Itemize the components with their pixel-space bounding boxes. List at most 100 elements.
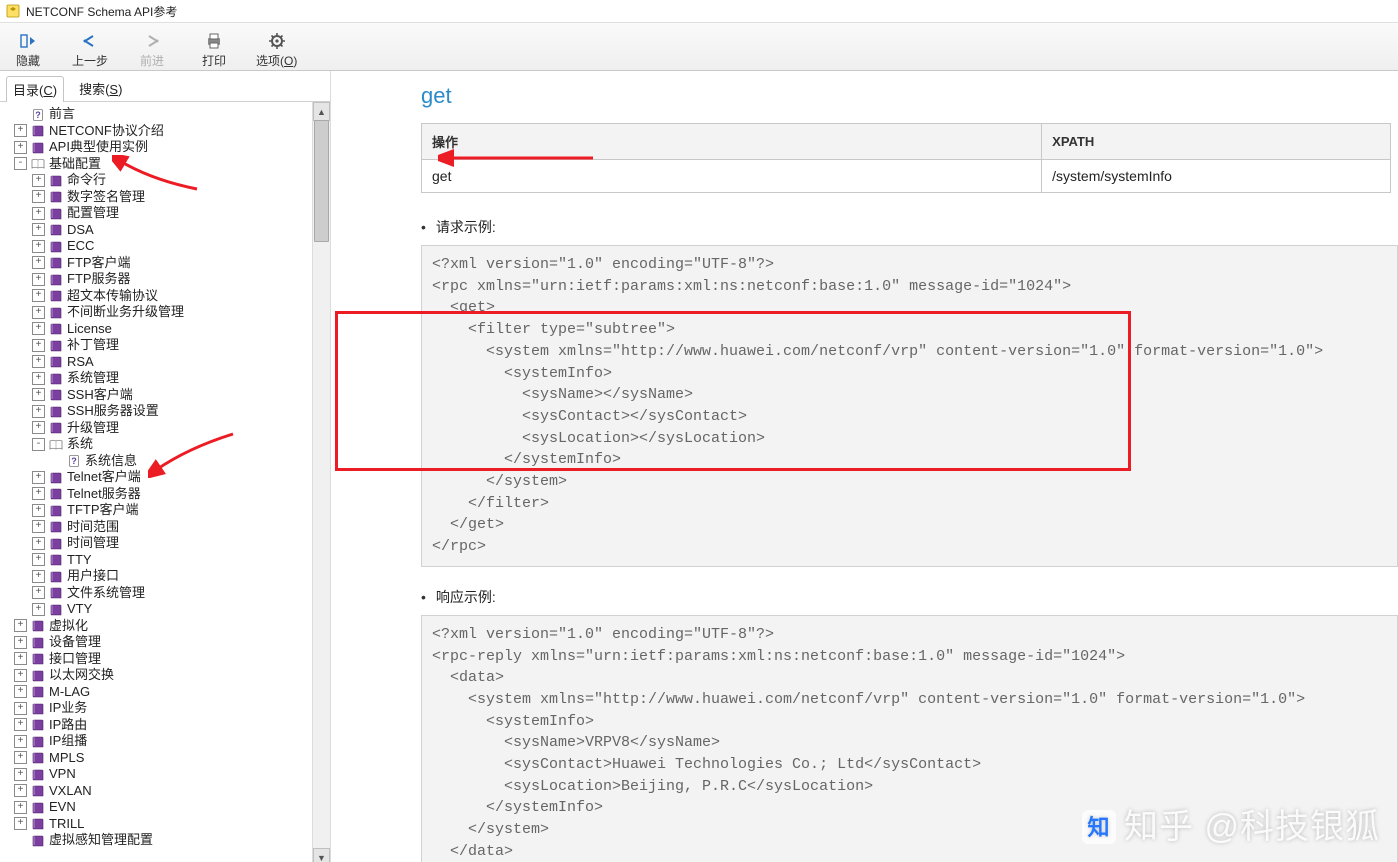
toc-tree[interactable]: 前言+NETCONF协议介绍+API典型使用实例-基础配置+命令行+数字签名管理… bbox=[0, 102, 312, 862]
tree-item-l0_mlag[interactable]: +M-LAG bbox=[4, 684, 312, 701]
expand-icon[interactable]: + bbox=[32, 471, 45, 484]
back-button[interactable]: 上一步 bbox=[70, 31, 110, 69]
expand-icon[interactable]: + bbox=[32, 586, 45, 599]
tree-item-l0_vxlan[interactable]: +VXLAN bbox=[4, 783, 312, 800]
tree-item-l1_sign[interactable]: +数字签名管理 bbox=[4, 189, 312, 206]
tree-item-l1_telnetc[interactable]: +Telnet客户端 bbox=[4, 469, 312, 486]
expand-icon[interactable]: + bbox=[14, 141, 27, 154]
tree-item-l1_timemgmt[interactable]: +时间管理 bbox=[4, 535, 312, 552]
collapse-icon[interactable]: - bbox=[14, 157, 27, 170]
tree-item-l1_dsa[interactable]: +DSA bbox=[4, 222, 312, 239]
expand-icon[interactable]: + bbox=[32, 174, 45, 187]
tree-item-l1_patch[interactable]: +补丁管理 bbox=[4, 337, 312, 354]
collapse-icon[interactable]: - bbox=[32, 438, 45, 451]
expand-icon[interactable]: + bbox=[32, 256, 45, 269]
gear-icon bbox=[268, 31, 286, 51]
expand-icon[interactable]: + bbox=[14, 619, 27, 632]
expand-icon[interactable]: + bbox=[14, 669, 27, 682]
expand-icon[interactable]: + bbox=[32, 421, 45, 434]
print-button[interactable]: 打印 bbox=[194, 31, 234, 69]
tree-item-l1_cfgmgmt[interactable]: +配置管理 bbox=[4, 205, 312, 222]
tree-item-l0_iproute[interactable]: +IP路由 bbox=[4, 717, 312, 734]
tree-item-l1_ftps[interactable]: +FTP服务器 bbox=[4, 271, 312, 288]
expand-icon[interactable]: + bbox=[32, 405, 45, 418]
expand-icon[interactable]: + bbox=[32, 306, 45, 319]
options-button[interactable]: 选项(O) bbox=[256, 31, 297, 69]
tree-item-l0_evn[interactable]: +EVN bbox=[4, 799, 312, 816]
tree-item-l0_preface[interactable]: 前言 bbox=[4, 106, 312, 123]
tree-item-l1_http[interactable]: +超文本传输协议 bbox=[4, 288, 312, 305]
tree-item-l1_tftpc[interactable]: +TFTP客户端 bbox=[4, 502, 312, 519]
tree-item-l0_netconf_intro[interactable]: +NETCONF协议介绍 bbox=[4, 123, 312, 140]
tab-toc[interactable]: 目录(C) bbox=[6, 76, 64, 102]
expand-icon[interactable]: + bbox=[14, 685, 27, 698]
tree-item-l0_vsm[interactable]: 虚拟感知管理配置 bbox=[4, 832, 312, 849]
expand-icon[interactable]: + bbox=[14, 735, 27, 748]
expand-icon[interactable]: + bbox=[32, 240, 45, 253]
tree-item-l1_upgrade[interactable]: +升级管理 bbox=[4, 420, 312, 437]
expand-icon[interactable]: + bbox=[32, 388, 45, 401]
book-icon bbox=[30, 751, 46, 765]
tree-item-l0_ipsvc[interactable]: +IP业务 bbox=[4, 700, 312, 717]
tree-item-l1_license[interactable]: +License bbox=[4, 321, 312, 338]
expand-icon[interactable]: + bbox=[14, 801, 27, 814]
tree-item-l0_api_examples[interactable]: +API典型使用实例 bbox=[4, 139, 312, 156]
tree-item-l0_trill[interactable]: +TRILL bbox=[4, 816, 312, 833]
tree-item-l1_telnets[interactable]: +Telnet服务器 bbox=[4, 486, 312, 503]
tree-item-l1_ui[interactable]: +用户接口 bbox=[4, 568, 312, 585]
expand-icon[interactable]: + bbox=[14, 652, 27, 665]
expand-icon[interactable]: + bbox=[14, 817, 27, 830]
expand-icon[interactable]: + bbox=[32, 553, 45, 566]
tree-item-l1_ecc[interactable]: +ECC bbox=[4, 238, 312, 255]
tree-item-l1_system[interactable]: -系统 bbox=[4, 436, 312, 453]
expand-icon[interactable]: + bbox=[32, 603, 45, 616]
tab-search[interactable]: 搜索(S) bbox=[72, 75, 129, 101]
hide-button[interactable]: 隐藏 bbox=[8, 31, 48, 69]
expand-icon[interactable]: + bbox=[32, 339, 45, 352]
tree-item-l0_ipmcast[interactable]: +IP组播 bbox=[4, 733, 312, 750]
tree-item-l1_sshc[interactable]: +SSH客户端 bbox=[4, 387, 312, 404]
expand-icon[interactable]: + bbox=[32, 289, 45, 302]
tree-item-l0_basic_config[interactable]: -基础配置 bbox=[4, 156, 312, 173]
expand-icon[interactable]: + bbox=[14, 636, 27, 649]
expand-icon[interactable]: + bbox=[32, 273, 45, 286]
tree-item-l0_mpls[interactable]: +MPLS bbox=[4, 750, 312, 767]
tree-item-l1_rsa[interactable]: +RSA bbox=[4, 354, 312, 371]
expand-icon[interactable]: + bbox=[14, 751, 27, 764]
expand-icon[interactable]: + bbox=[14, 718, 27, 731]
expand-icon[interactable]: + bbox=[32, 504, 45, 517]
tree-scrollbar[interactable]: ▲ ▼ bbox=[312, 102, 330, 862]
tree-item-l1_timerange[interactable]: +时间范围 bbox=[4, 519, 312, 536]
expand-icon[interactable]: + bbox=[32, 520, 45, 533]
tree-item-l0_virt[interactable]: +虚拟化 bbox=[4, 618, 312, 635]
tree-item-l1_vty[interactable]: +VTY bbox=[4, 601, 312, 618]
tree-item-l1_nsr[interactable]: +不间断业务升级管理 bbox=[4, 304, 312, 321]
tree-item-l1_fs[interactable]: +文件系统管理 bbox=[4, 585, 312, 602]
expand-icon[interactable]: + bbox=[14, 702, 27, 715]
expand-icon[interactable]: + bbox=[32, 355, 45, 368]
expand-icon[interactable]: + bbox=[32, 207, 45, 220]
expand-icon[interactable]: + bbox=[32, 487, 45, 500]
expand-icon[interactable]: + bbox=[32, 190, 45, 203]
expand-icon[interactable]: + bbox=[32, 322, 45, 335]
tree-item-l1_sshs[interactable]: +SSH服务器设置 bbox=[4, 403, 312, 420]
tree-item-l1_tty[interactable]: +TTY bbox=[4, 552, 312, 569]
tree-item-l0_vpn[interactable]: +VPN bbox=[4, 766, 312, 783]
expand-icon[interactable]: + bbox=[32, 570, 45, 583]
expand-icon[interactable]: + bbox=[32, 372, 45, 385]
tree-item-l1_cli[interactable]: +命令行 bbox=[4, 172, 312, 189]
tree-item-l2_sysinfo[interactable]: 系统信息 bbox=[4, 453, 312, 470]
tree-item-l0_eth[interactable]: +以太网交换 bbox=[4, 667, 312, 684]
scroll-thumb[interactable] bbox=[314, 120, 329, 242]
tree-item-l1_sysmgmt[interactable]: +系统管理 bbox=[4, 370, 312, 387]
expand-icon[interactable]: + bbox=[32, 223, 45, 236]
expand-icon[interactable]: + bbox=[14, 124, 27, 137]
expand-icon[interactable]: + bbox=[14, 784, 27, 797]
scroll-down-icon[interactable]: ▼ bbox=[313, 848, 330, 862]
tree-item-l0_ifmgmt[interactable]: +接口管理 bbox=[4, 651, 312, 668]
expand-icon[interactable]: + bbox=[32, 537, 45, 550]
expand-icon[interactable]: + bbox=[14, 768, 27, 781]
scroll-up-icon[interactable]: ▲ bbox=[313, 102, 330, 121]
tree-item-l0_devmgmt[interactable]: +设备管理 bbox=[4, 634, 312, 651]
tree-item-l1_ftpc[interactable]: +FTP客户端 bbox=[4, 255, 312, 272]
